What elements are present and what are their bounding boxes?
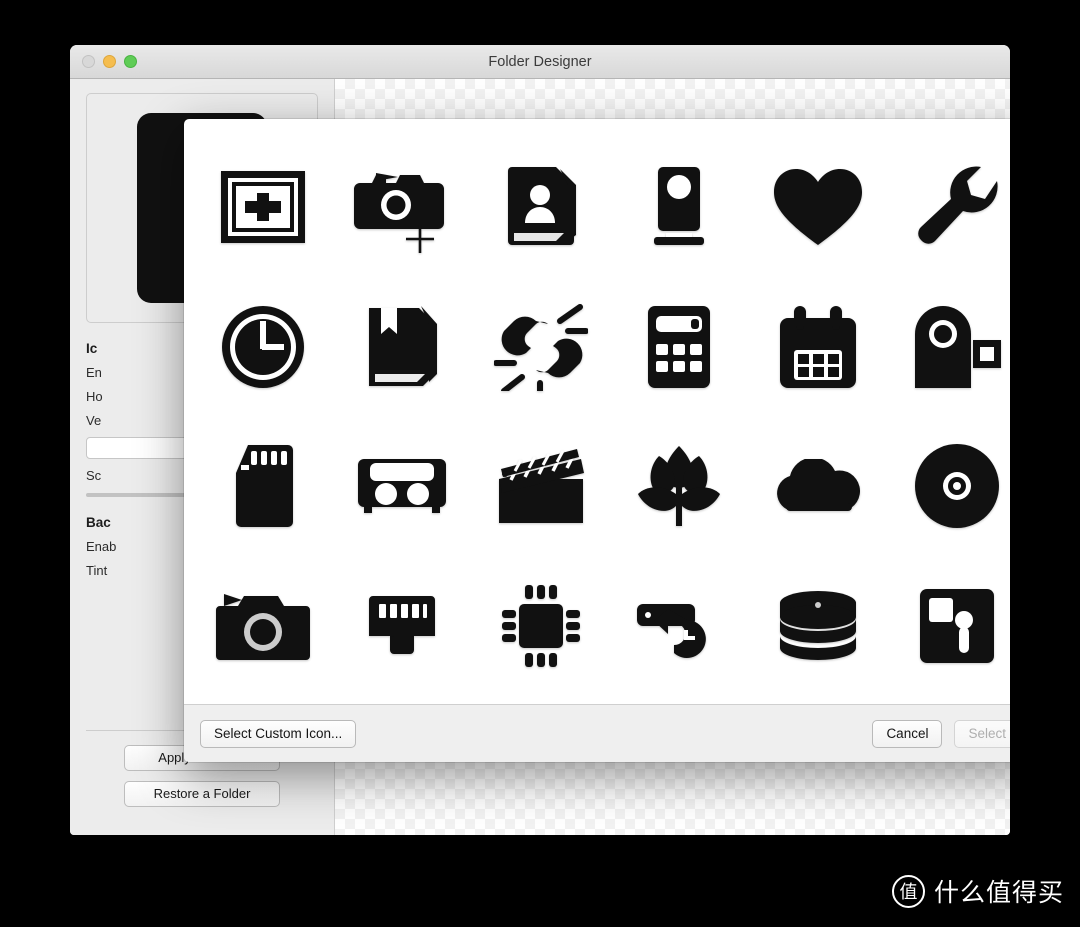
folder-designer-window: Folder Designer Ic En Ho Ve Sc Bac Enab … <box>70 45 1010 835</box>
icon-cell-ethernet[interactable] <box>333 556 472 696</box>
icon-cell-database[interactable] <box>749 556 888 696</box>
icon-cell-cassette[interactable] <box>333 417 472 557</box>
sd-card-icon <box>236 445 294 528</box>
memory-card-icon <box>919 589 994 664</box>
icon-cell-calendar[interactable] <box>749 277 888 417</box>
icon-cell-contacts-book[interactable] <box>471 137 610 277</box>
camera-capture-icon <box>353 172 444 253</box>
icon-cell-camcorder[interactable] <box>887 277 1010 417</box>
icon-cell-flower[interactable] <box>610 417 749 557</box>
watermark-text: 什么值得买 <box>933 878 1064 907</box>
ethernet-port-icon <box>368 596 435 655</box>
icon-cell-photo-camera[interactable] <box>194 556 333 696</box>
icon-cell-wrench[interactable] <box>887 137 1010 277</box>
icon-picker-dialog: Select Custom Icon... Cancel Select <box>184 119 1010 762</box>
close-button[interactable] <box>82 55 95 68</box>
icon-cell-heart[interactable] <box>749 137 888 277</box>
calendar-icon <box>779 305 856 388</box>
flower-icon <box>638 446 721 527</box>
add-frame-icon <box>221 170 306 243</box>
select-custom-icon-button[interactable]: Select Custom Icon... <box>200 719 357 748</box>
calculator-icon <box>648 305 711 388</box>
icon-cell-calculator[interactable] <box>610 277 749 417</box>
watermark-badge: 值 <box>891 874 925 908</box>
minimize-button[interactable] <box>103 55 116 68</box>
wrench-icon <box>917 166 998 244</box>
time-machine-icon <box>637 604 707 659</box>
clock-icon <box>222 305 305 388</box>
icon-cell-webcam[interactable] <box>610 137 749 277</box>
window-titlebar[interactable]: Folder Designer <box>70 45 1010 79</box>
select-button: Select <box>954 719 1010 748</box>
webcam-icon <box>654 166 705 245</box>
icon-picker-footer: Select Custom Icon... Cancel Select <box>184 704 1010 762</box>
traffic-light-group <box>82 55 137 68</box>
icon-cell-disc[interactable] <box>887 417 1010 557</box>
screenshot-root: Folder Designer Ic En Ho Ve Sc Bac Enab … <box>0 0 1080 927</box>
icon-cell-cloud[interactable] <box>749 417 888 557</box>
icon-cell-cpu[interactable] <box>471 556 610 696</box>
watermark: 值 什么值得买 <box>891 873 1064 909</box>
clapperboard-icon <box>498 449 584 524</box>
cassette-tape-icon <box>357 459 446 514</box>
contacts-book-icon <box>507 166 576 245</box>
icon-cell-clock[interactable] <box>194 277 333 417</box>
photo-camera-icon <box>216 594 311 661</box>
compact-disc-icon <box>914 444 999 529</box>
database-stack-icon <box>779 591 856 661</box>
icon-cell-clapperboard[interactable] <box>471 417 610 557</box>
icon-cell-memory-card[interactable] <box>887 556 1010 696</box>
heart-icon <box>773 168 862 245</box>
icon-grid <box>184 119 1010 704</box>
broken-link-icon <box>493 303 588 391</box>
camcorder-icon <box>914 305 1001 388</box>
window-title: Folder Designer <box>488 53 592 70</box>
restore-folder-button[interactable]: Restore a Folder <box>124 781 280 807</box>
icon-cell-book[interactable] <box>333 277 472 417</box>
cpu-chip-icon <box>501 585 580 668</box>
cloud-icon <box>777 459 860 512</box>
icon-cell-sd-card[interactable] <box>194 417 333 557</box>
zoom-button[interactable] <box>124 55 137 68</box>
icon-cell-add-frame[interactable] <box>194 137 333 277</box>
icon-cell-time-machine[interactable] <box>610 556 749 696</box>
cancel-button[interactable]: Cancel <box>872 719 943 748</box>
icon-cell-camera-capture[interactable] <box>333 137 472 277</box>
icon-cell-broken-link[interactable] <box>471 277 610 417</box>
book-bookmark-icon <box>368 305 437 386</box>
